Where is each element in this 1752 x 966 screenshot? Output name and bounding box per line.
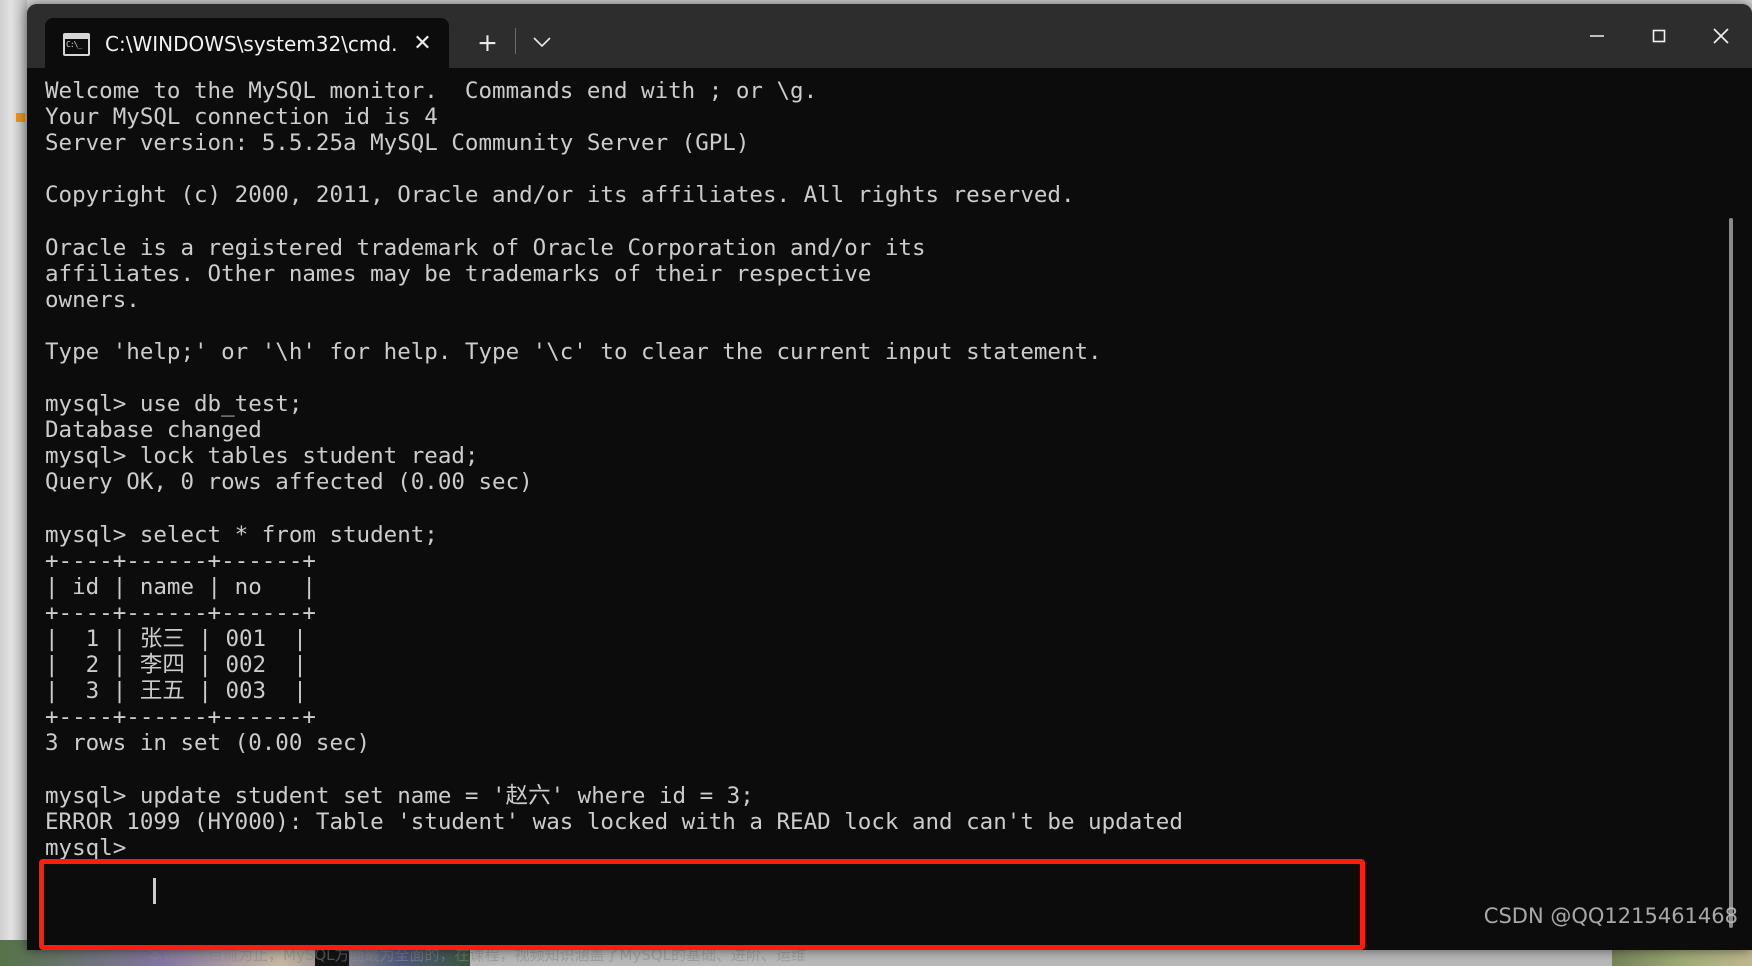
csdn-watermark: CSDN @QQ1215461468 — [1483, 904, 1738, 928]
window-titlebar[interactable]: C:\WINDOWS\system32\cmd. ✕ + — [27, 4, 1752, 70]
new-tab-button[interactable]: + — [465, 20, 509, 64]
tabstrip-divider — [515, 28, 517, 54]
maximize-icon[interactable] — [1628, 4, 1690, 68]
terminal-window: C:\WINDOWS\system32\cmd. ✕ + — [27, 4, 1752, 950]
text-cursor — [153, 878, 156, 904]
minimize-icon[interactable] — [1566, 4, 1628, 68]
terminal-output-area[interactable]: Welcome to the MySQL monitor. Commands e… — [27, 68, 1752, 950]
page-orange-marker — [16, 113, 25, 122]
close-icon[interactable] — [1690, 4, 1752, 68]
chevron-down-icon[interactable] — [520, 20, 564, 64]
scrollbar-thumb[interactable] — [1729, 218, 1733, 928]
console-text: Welcome to the MySQL monitor. Commands e… — [45, 78, 1183, 861]
cmd-console-icon — [63, 32, 90, 56]
tab-cmd[interactable]: C:\WINDOWS\system32\cmd. ✕ — [45, 18, 450, 70]
window-controls — [1566, 4, 1752, 68]
tab-title-label: C:\WINDOWS\system32\cmd. — [105, 32, 398, 56]
close-tab-icon[interactable]: ✕ — [403, 25, 441, 63]
tab-strip: C:\WINDOWS\system32\cmd. ✕ + — [27, 4, 564, 70]
page-left-margin — [0, 0, 27, 950]
vertical-scrollbar[interactable] — [1729, 68, 1744, 950]
